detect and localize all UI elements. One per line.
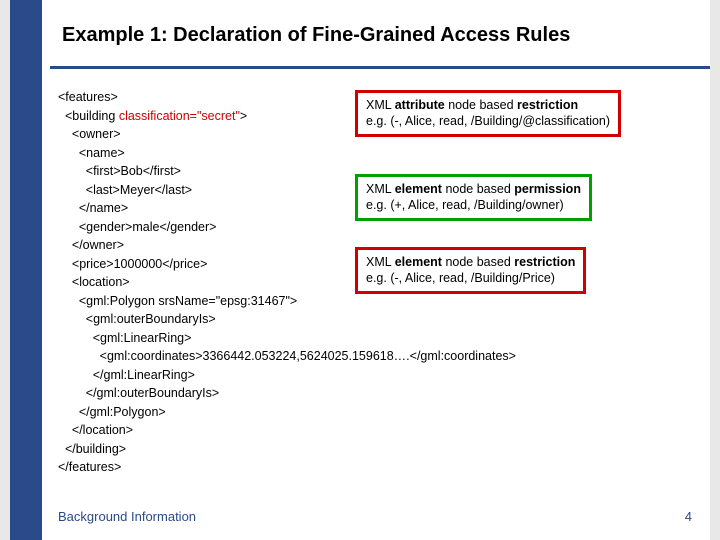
code-line: <first>Bob</first> <box>58 164 181 178</box>
t: node based <box>442 255 514 269</box>
t: node based <box>445 98 517 112</box>
t: permission <box>514 182 581 196</box>
code-line: </gml:Polygon> <box>58 405 166 419</box>
code-line: <gml:coordinates>3366442.053224,5624025.… <box>58 349 516 363</box>
code-line: <location> <box>58 275 130 289</box>
t: element <box>395 182 442 196</box>
t: restriction <box>517 98 578 112</box>
footer-section-label: Background Information <box>58 509 196 524</box>
code-line: </location> <box>58 423 133 437</box>
t: attribute <box>395 98 445 112</box>
code-line: <gml:outerBoundaryIs> <box>58 312 216 326</box>
code-line: <owner> <box>58 127 121 141</box>
code-text: <building <box>58 109 119 123</box>
code-line: <gender>male</gender> <box>58 220 216 234</box>
t: XML <box>366 182 395 196</box>
slide-title: Example 1: Declaration of Fine-Grained A… <box>62 24 702 47</box>
title-underline <box>50 66 710 69</box>
callout-line2: e.g. (-, Alice, read, /Building/@classif… <box>366 113 610 129</box>
code-line: <gml:Polygon srsName="epsg:31467"> <box>58 294 297 308</box>
callout-element-permission: XML element node based permission e.g. (… <box>355 174 592 221</box>
code-line: </gml:LinearRing> <box>58 368 195 382</box>
code-line: <gml:LinearRing> <box>58 331 191 345</box>
callout-attribute-restriction: XML attribute node based restriction e.g… <box>355 90 621 137</box>
callout-line2: e.g. (-, Alice, read, /Building/Price) <box>366 270 575 286</box>
slide-number: 4 <box>685 509 692 524</box>
code-line: </building> <box>58 442 126 456</box>
callout-line2: e.g. (+, Alice, read, /Building/owner) <box>366 197 581 213</box>
callout-line1: XML element node based permission <box>366 181 581 197</box>
callout-element-restriction: XML element node based restriction e.g. … <box>355 247 586 294</box>
callout-line1: XML element node based restriction <box>366 254 575 270</box>
code-line: </owner> <box>58 238 124 252</box>
code-line: </features> <box>58 460 121 474</box>
code-line: </name> <box>58 201 128 215</box>
code-attribute: classification="secret" <box>119 109 240 123</box>
t: element <box>395 255 442 269</box>
slide: Example 1: Declaration of Fine-Grained A… <box>10 0 710 540</box>
t: XML <box>366 255 395 269</box>
callout-line1: XML attribute node based restriction <box>366 97 610 113</box>
t: node based <box>442 182 514 196</box>
t: XML <box>366 98 395 112</box>
left-accent-bar <box>10 0 42 540</box>
code-text: > <box>240 109 247 123</box>
code-line: </gml:outerBoundaryIs> <box>58 386 219 400</box>
t: restriction <box>514 255 575 269</box>
code-line: <features> <box>58 90 118 104</box>
code-line: <price>1000000</price> <box>58 257 207 271</box>
code-line: <last>Meyer</last> <box>58 183 192 197</box>
code-line: <name> <box>58 146 125 160</box>
code-line: <building classification="secret"> <box>58 109 247 123</box>
